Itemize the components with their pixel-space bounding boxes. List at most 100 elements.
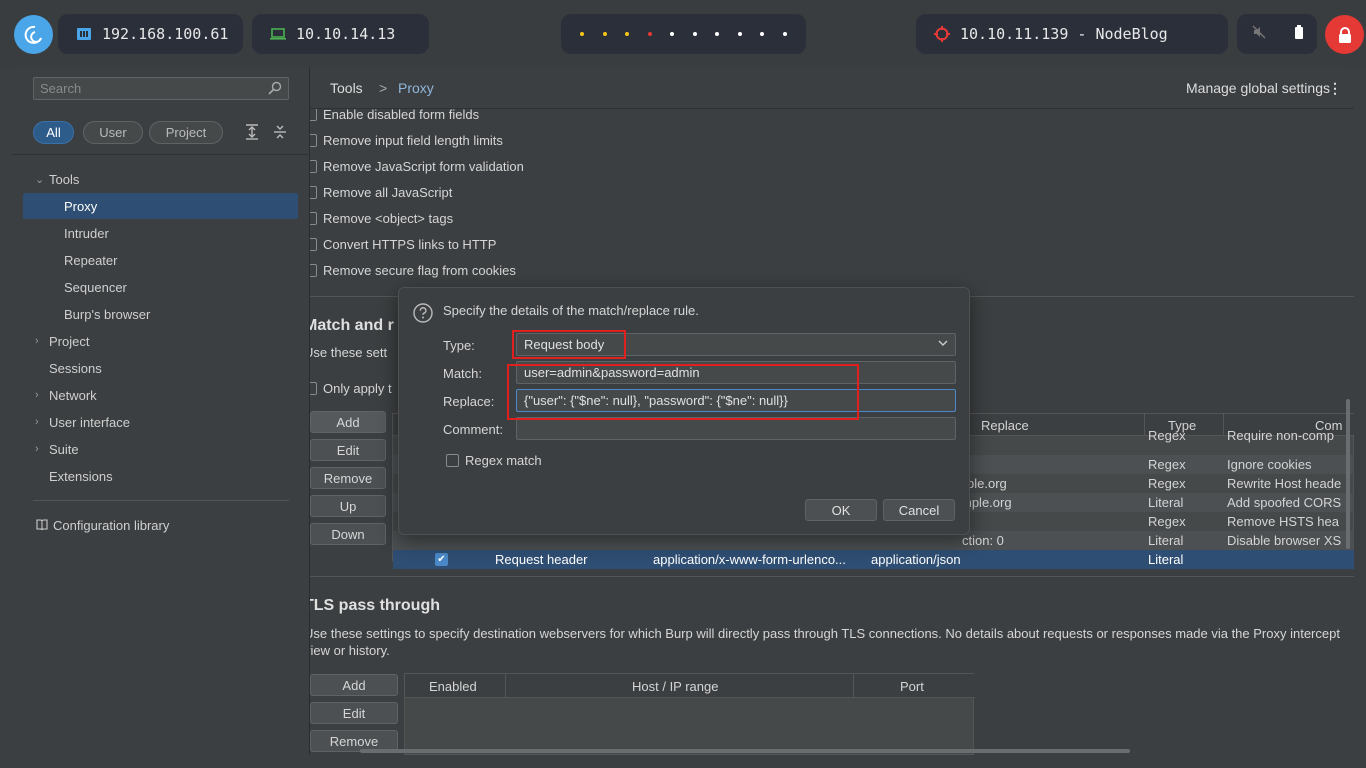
option-remove-js-validation[interactable]: Remove JavaScript form validation xyxy=(310,157,524,175)
lock-icon[interactable] xyxy=(1325,15,1364,54)
down-rule-button[interactable]: Down xyxy=(310,523,386,545)
tree-suite[interactable]: › Suite xyxy=(12,436,298,462)
tls-desc: Use these settings to specify destinatio… xyxy=(310,626,1340,658)
chevron-right-icon[interactable]: › xyxy=(35,443,39,455)
checkbox[interactable] xyxy=(310,263,317,277)
workspace-dot[interactable] xyxy=(782,32,787,36)
option-remove-all-js[interactable]: Remove all JavaScript xyxy=(310,183,452,201)
breadcrumb-proxy[interactable]: Proxy xyxy=(398,80,434,96)
breadcrumb-header: Tools > Proxy Manage global settings ⋮ xyxy=(310,67,1354,109)
checkbox[interactable] xyxy=(310,185,317,199)
tree-project-label: Project xyxy=(49,333,90,349)
workspace-dot[interactable] xyxy=(625,32,630,36)
mute-icon[interactable] xyxy=(1252,25,1266,43)
column-divider xyxy=(1223,414,1224,436)
only-apply-option[interactable]: Only apply t xyxy=(310,379,392,397)
filter-project[interactable]: Project xyxy=(149,121,223,144)
workspace-dot[interactable] xyxy=(715,32,720,36)
checkbox[interactable] xyxy=(310,109,317,121)
configuration-library-link[interactable]: Configuration library xyxy=(12,512,298,538)
tree-intruder[interactable]: Intruder xyxy=(12,220,298,246)
column-divider xyxy=(505,674,506,698)
workspace-dot[interactable] xyxy=(647,32,652,36)
remove-rule-button[interactable]: Remove xyxy=(310,467,386,489)
tree-proxy[interactable]: Proxy xyxy=(23,193,298,219)
checkbox[interactable] xyxy=(310,237,317,251)
collapse-all-icon[interactable] xyxy=(272,124,288,144)
table-row-selected[interactable]: ✔ Request header application/x-www-form-… xyxy=(393,550,1354,569)
column-replace[interactable]: Replace xyxy=(981,418,1029,433)
vpn-ip-pill[interactable]: 10.10.14.13 xyxy=(252,14,429,54)
column-enabled[interactable]: Enabled xyxy=(429,679,477,694)
tree-user-interface[interactable]: › User interface xyxy=(12,409,298,435)
checkbox[interactable] xyxy=(310,133,317,147)
checkbox[interactable] xyxy=(310,211,317,225)
option-remove-object-tags[interactable]: Remove <object> tags xyxy=(310,209,453,227)
option-enable-disabled-fields[interactable]: Enable disabled form fields xyxy=(310,109,479,123)
chevron-right-icon[interactable]: › xyxy=(35,389,39,401)
tree-repeater[interactable]: Repeater xyxy=(12,247,298,273)
column-port[interactable]: Port xyxy=(900,679,924,694)
workspace-dot[interactable] xyxy=(692,32,697,36)
workspace-indicator[interactable] xyxy=(561,14,806,54)
workspace-dot[interactable] xyxy=(580,32,585,36)
tree-tools[interactable]: ⌄ Tools xyxy=(12,166,298,192)
checkbox[interactable] xyxy=(310,159,317,173)
workspace-dot[interactable] xyxy=(602,32,607,36)
tree-proxy-label: Proxy xyxy=(64,198,98,214)
checked-checkbox[interactable]: ✔ xyxy=(435,553,448,566)
replace-label: Replace: xyxy=(443,394,495,409)
cancel-button[interactable]: Cancel xyxy=(883,499,955,521)
match-label: Match: xyxy=(443,366,483,381)
local-ip-pill[interactable]: 192.168.100.61 xyxy=(58,14,243,54)
tree-burps-browser[interactable]: Burp's browser xyxy=(12,301,298,327)
tls-add-button[interactable]: Add xyxy=(310,674,398,696)
regex-checkbox[interactable] xyxy=(446,454,459,467)
chevron-right-icon[interactable]: › xyxy=(35,335,39,347)
cell-comment: Rewrite Host heade xyxy=(1227,476,1342,491)
only-apply-label: Only apply t xyxy=(323,380,392,396)
tree-sequencer[interactable]: Sequencer xyxy=(12,274,298,300)
tree-project[interactable]: › Project xyxy=(12,328,298,354)
workspace-dot[interactable] xyxy=(737,32,742,36)
tree-network[interactable]: › Network xyxy=(12,382,298,408)
workspace-dot[interactable] xyxy=(670,32,675,36)
option-remove-secure-flag[interactable]: Remove secure flag from cookies xyxy=(310,261,516,279)
search-icon[interactable] xyxy=(268,81,282,98)
tls-edit-button[interactable]: Edit xyxy=(310,702,398,724)
chevron-down-icon[interactable] xyxy=(937,337,949,352)
more-options-icon[interactable]: ⋮ xyxy=(1328,80,1342,97)
ok-button[interactable]: OK xyxy=(805,499,877,521)
chevron-right-icon[interactable]: › xyxy=(35,416,39,428)
option-convert-https[interactable]: Convert HTTPS links to HTTP xyxy=(310,235,496,253)
tree-extensions[interactable]: Extensions xyxy=(12,463,298,489)
status-pill[interactable] xyxy=(1237,14,1317,54)
search-placeholder: Search xyxy=(40,81,82,96)
option-remove-length-limits[interactable]: Remove input field length limits xyxy=(310,131,503,149)
help-icon[interactable] xyxy=(413,303,433,326)
comment-input[interactable] xyxy=(516,417,956,440)
filter-all[interactable]: All xyxy=(33,121,74,144)
column-host[interactable]: Host / IP range xyxy=(632,679,718,694)
add-rule-button[interactable]: Add xyxy=(310,411,386,433)
search-input[interactable]: Search xyxy=(33,77,289,100)
horizontal-scrollbar[interactable] xyxy=(360,749,1130,753)
chevron-down-icon[interactable]: ⌄ xyxy=(35,173,44,186)
edit-rule-button[interactable]: Edit xyxy=(310,439,386,461)
filter-user[interactable]: User xyxy=(83,121,143,144)
checkbox[interactable] xyxy=(310,381,317,395)
os-logo-icon[interactable] xyxy=(14,15,53,54)
divider xyxy=(12,154,310,155)
regex-match-option[interactable]: Regex match xyxy=(446,453,542,468)
breadcrumb-tools[interactable]: Tools xyxy=(330,80,363,96)
tree-sessions[interactable]: Sessions xyxy=(12,355,298,381)
cell-type: Literal xyxy=(1148,495,1184,510)
vertical-scrollbar[interactable] xyxy=(1346,399,1350,549)
up-rule-button[interactable]: Up xyxy=(310,495,386,517)
expand-all-icon[interactable] xyxy=(244,124,260,144)
target-pill[interactable]: 10.10.11.139 - NodeBlog xyxy=(916,14,1228,54)
manage-global-settings[interactable]: Manage global settings xyxy=(1186,80,1330,96)
workspace-dot[interactable] xyxy=(760,32,765,36)
battery-icon[interactable] xyxy=(1294,25,1303,43)
annotation-box xyxy=(507,364,859,420)
